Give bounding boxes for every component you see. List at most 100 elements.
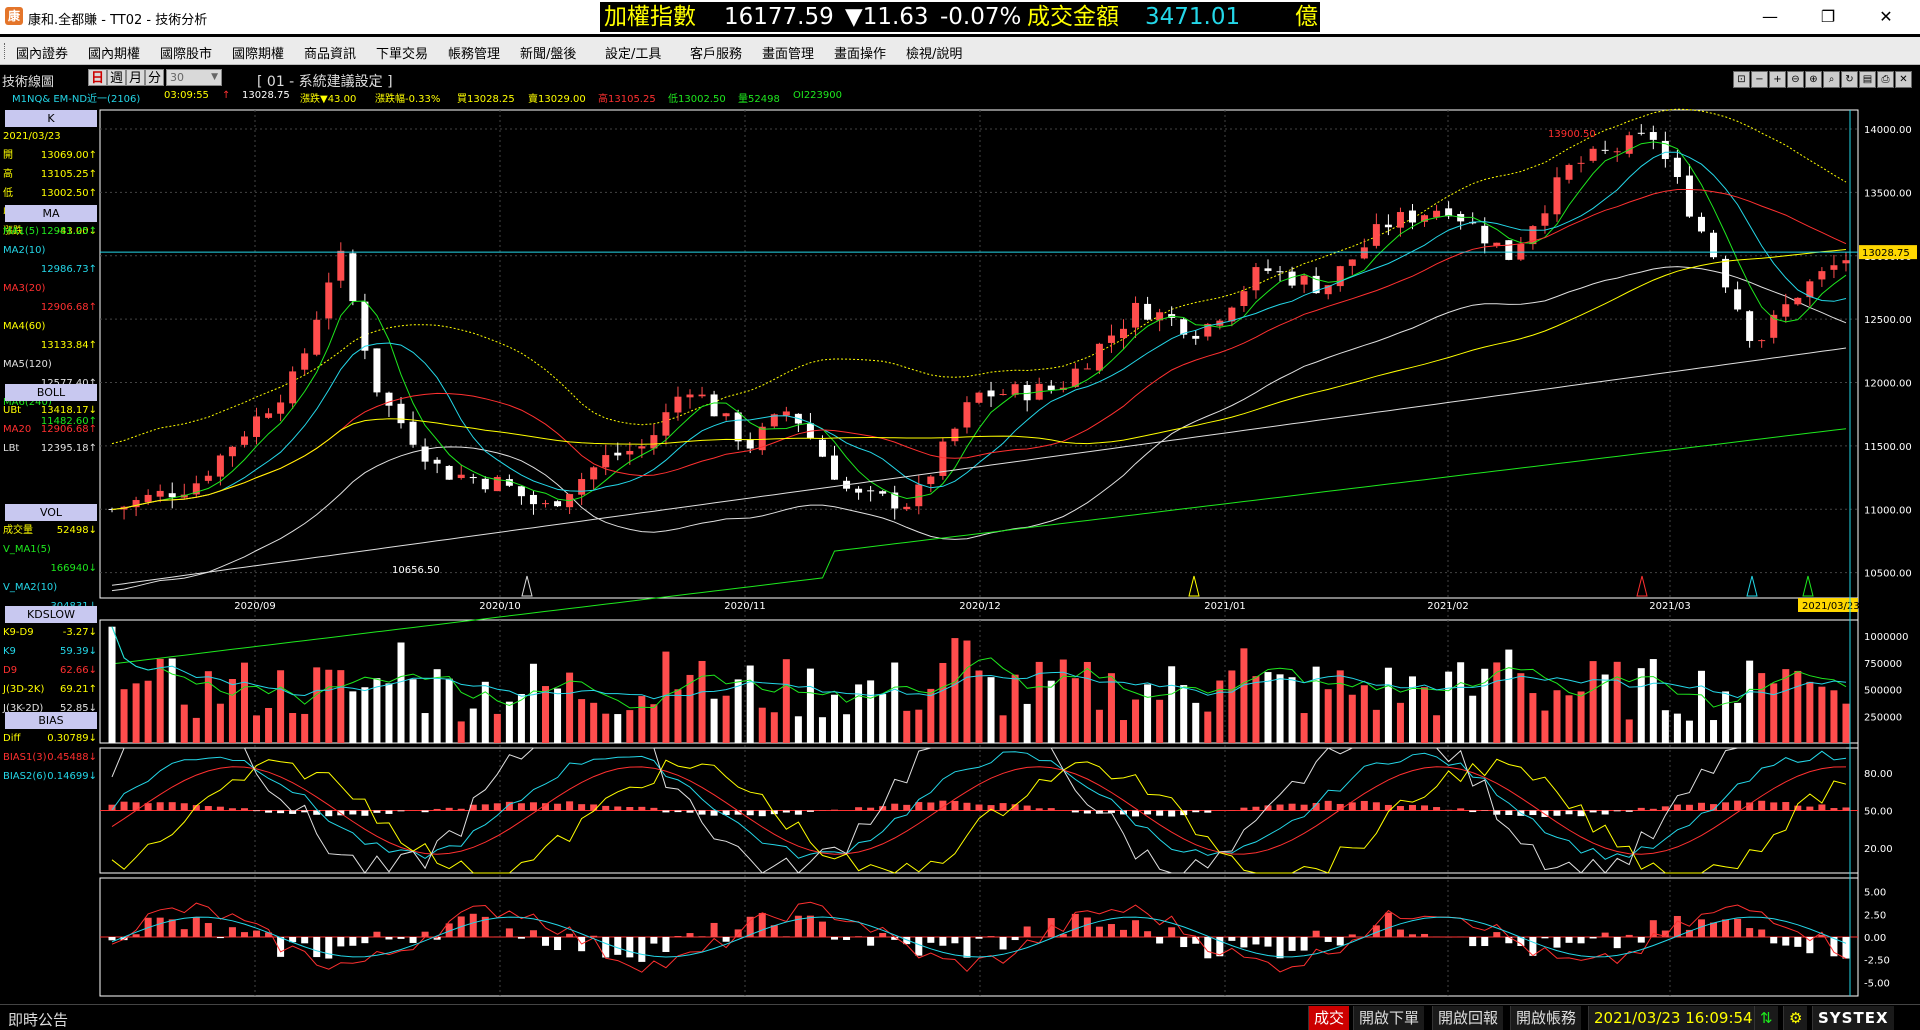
volume-bar <box>602 713 610 743</box>
candle-body <box>505 479 513 486</box>
trade-button[interactable]: 成交 <box>1308 1006 1350 1030</box>
menu-item-1[interactable]: 國內期權 <box>88 43 140 62</box>
menu-item-2[interactable]: 國際股市 <box>160 43 212 62</box>
candle-body <box>1433 210 1441 218</box>
menu-item-4[interactable]: 商品資訊 <box>304 43 356 62</box>
volume-bar <box>493 713 501 743</box>
bias-histogram-bar <box>951 937 959 944</box>
candle-body <box>626 450 634 455</box>
vol-axis-label: 500000 <box>1864 686 1902 697</box>
kd-histogram-bar <box>566 801 574 811</box>
bias-histogram-bar <box>710 922 718 937</box>
bias-histogram-bar <box>1348 934 1356 937</box>
kd-histogram-bar <box>1830 808 1838 811</box>
bias-histogram-bar <box>939 937 947 946</box>
candle-body <box>855 488 863 493</box>
kd-histogram-bar <box>1553 810 1561 816</box>
menu-item-10[interactable]: 畫面管理 <box>762 43 814 62</box>
candle-body <box>144 494 152 503</box>
menu-item-11[interactable]: 畫面操作 <box>834 43 886 62</box>
candle-body <box>1144 303 1152 320</box>
volume-bar <box>1553 690 1561 743</box>
panel-main-frame <box>99 109 1859 599</box>
bias-histogram-bar <box>1300 937 1308 951</box>
refresh-icon[interactable]: ↻ <box>1841 71 1858 88</box>
kd-histogram-bar <box>1758 800 1766 811</box>
kd-histogram-bar <box>1156 810 1164 816</box>
kd-histogram-bar <box>999 803 1007 811</box>
restore-button[interactable]: ❐ <box>1808 5 1848 29</box>
volume-bar <box>1625 719 1633 743</box>
volume-bar <box>915 709 923 743</box>
candle-body <box>397 403 405 424</box>
bias-histogram-bar <box>385 937 393 940</box>
search-icon[interactable]: ⌕ <box>1823 71 1840 88</box>
menu-item-8[interactable]: 設定/工具 <box>605 43 661 62</box>
bias-histogram-bar <box>1577 937 1585 944</box>
period-day-button[interactable]: 日 <box>88 69 107 86</box>
print-icon[interactable]: ⎙ <box>1877 71 1894 88</box>
candle-body <box>987 390 995 397</box>
candle-body <box>1842 260 1850 264</box>
menu-item-0[interactable]: 國內證券 <box>16 43 68 62</box>
chart-area[interactable]: 2020/09 2020/10 2020/11 2020/12 2021/01 2021/… <box>0 108 1920 1000</box>
kd-histogram-bar <box>349 810 357 815</box>
kd-histogram-bar <box>1360 800 1368 811</box>
minute-interval-select[interactable]: 30 ▼ <box>166 69 222 86</box>
period-minute-button[interactable]: 分 <box>145 69 164 86</box>
kd-histogram-bar <box>758 810 766 817</box>
save-icon[interactable]: ▤ <box>1859 71 1876 88</box>
volume-bar <box>674 689 682 743</box>
volume-bar <box>999 715 1007 743</box>
open-account-button[interactable]: 開啟帳務 <box>1510 1006 1582 1030</box>
bias-axis-label: -2.50 <box>1864 956 1890 967</box>
volume-bar <box>1685 720 1693 743</box>
bias-histogram-bar <box>253 930 261 937</box>
menu-item-6[interactable]: 帳務管理 <box>448 43 500 62</box>
menu-item-12[interactable]: 檢視/說明 <box>906 43 962 62</box>
bias-histogram-bar <box>301 937 309 944</box>
plus-icon[interactable]: + <box>1769 71 1786 88</box>
kd-histogram-bar <box>1818 804 1826 811</box>
kd-histogram-bar <box>265 810 273 813</box>
menu-item-9[interactable]: 客戶服務 <box>690 43 742 62</box>
bias-axis-label: -5.00 <box>1864 978 1890 989</box>
volume-bar <box>843 714 851 743</box>
period-week-button[interactable]: 週 <box>107 69 126 86</box>
kd-histogram-bar <box>578 804 586 811</box>
quote-symbol: M1NQ& EM-ND近一(2106) <box>12 94 141 105</box>
menu-item-7[interactable]: 新聞/盤後 <box>520 43 576 62</box>
menu-item-3[interactable]: 國際期權 <box>232 43 284 62</box>
kd-histogram-bar <box>674 810 682 813</box>
candle-body <box>1722 258 1730 288</box>
quote-low: 低13002.50 <box>668 94 726 105</box>
candle-body <box>1637 132 1645 134</box>
search-minus-icon[interactable]: ⊖ <box>1787 71 1804 88</box>
y-axis-label: 12000.00 <box>1864 379 1912 390</box>
volume-bar <box>277 670 285 743</box>
close-button[interactable]: ✕ <box>1866 5 1906 29</box>
minimize-button[interactable]: — <box>1750 5 1790 29</box>
kd-histogram-bar <box>517 803 525 811</box>
volume-bar <box>1300 713 1308 743</box>
candle-body <box>1192 335 1200 339</box>
volume-bar <box>566 672 574 743</box>
bias-histogram-bar <box>915 937 923 956</box>
kd-histogram-bar <box>1192 810 1200 813</box>
kd-histogram-bar <box>1613 810 1621 812</box>
menu-item-5[interactable]: 下單交易 <box>376 43 428 62</box>
volume-bar <box>481 681 489 743</box>
bias-histogram-bar <box>686 933 694 937</box>
candle-body <box>1697 216 1705 232</box>
announcement-label[interactable]: 即時公告 <box>8 1009 68 1030</box>
close-icon[interactable]: ✕ <box>1895 71 1912 88</box>
zoom-in-icon[interactable]: ⊡ <box>1733 71 1750 88</box>
volume-bar <box>397 642 405 743</box>
open-order-button[interactable]: 開啟下單 <box>1353 1006 1425 1030</box>
open-report-button[interactable]: 開啟回報 <box>1432 1006 1504 1030</box>
candle-body <box>1649 132 1657 140</box>
period-month-button[interactable]: 月 <box>126 69 145 86</box>
search-plus-icon[interactable]: ⊕ <box>1805 71 1822 88</box>
minus-icon[interactable]: − <box>1751 71 1768 88</box>
bias-histogram-bar <box>927 937 935 943</box>
